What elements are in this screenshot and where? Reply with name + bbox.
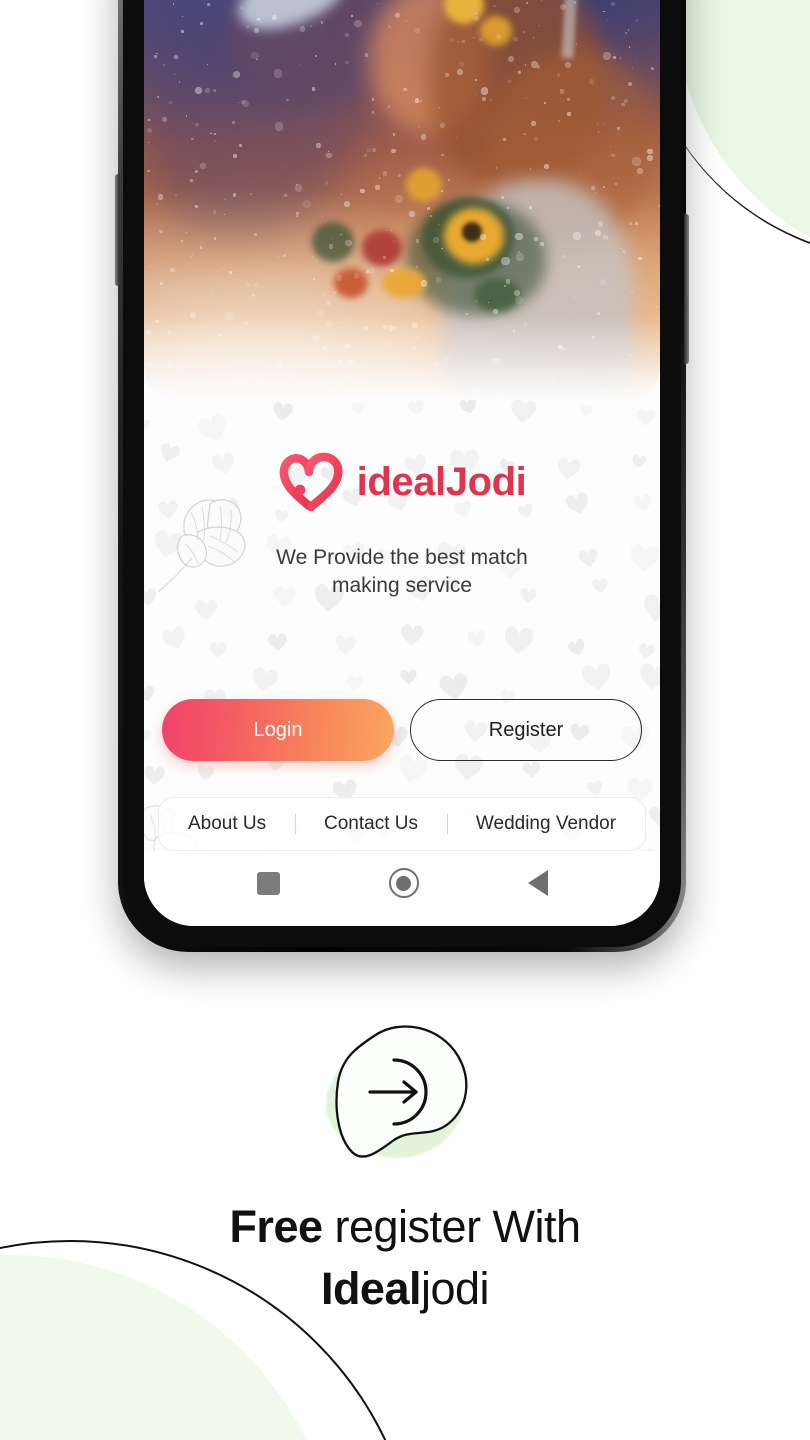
login-button[interactable]: Login: [162, 699, 394, 762]
phone-volume-button: [115, 174, 120, 286]
promo-headline-ideal: Ideal: [320, 1263, 422, 1315]
register-button[interactable]: Register: [410, 699, 642, 762]
arrow-right-into-circle-icon: [335, 1025, 468, 1158]
brand-name: idealJodi: [356, 459, 527, 504]
recents-square-icon[interactable]: [256, 871, 280, 895]
app-content: idealJodi We Provide the best match maki…: [144, 400, 660, 926]
android-navigation-bar: [144, 850, 660, 926]
heart-logo-icon: [279, 452, 343, 512]
promo-headline-free: Free: [229, 1201, 323, 1252]
decor-green-shape-top-right: [676, 0, 810, 270]
back-triangle-icon[interactable]: [527, 870, 548, 897]
tagline: We Provide the best match making service: [144, 544, 660, 599]
hero-bottom-fade: [144, 316, 660, 400]
cta-row: Login Register: [144, 699, 660, 762]
link-wedding-vendor[interactable]: Wedding Vendor: [446, 798, 645, 849]
promo-headline-line-1: Free register With: [0, 1196, 810, 1258]
promo-headline-register-with: register With: [322, 1201, 582, 1252]
link-contact-us[interactable]: Contact Us: [295, 798, 447, 849]
tagline-line-2: making service: [331, 573, 473, 597]
promo-headline-jodi: jodi: [420, 1263, 490, 1315]
arrow-badge: [320, 1012, 490, 1180]
home-circle-icon[interactable]: [388, 868, 419, 899]
promo-headline-line-2: Idealjodi: [0, 1258, 810, 1320]
phone-power-button: [684, 214, 689, 364]
phone-mockup: idealJodi We Provide the best match maki…: [115, 0, 689, 952]
brand-row: idealJodi: [144, 452, 660, 512]
tagline-line-1: We Provide the best match: [276, 546, 528, 569]
arrow-badge-wrap: [0, 1012, 810, 1180]
hero-image: [144, 0, 660, 400]
link-about-us[interactable]: About Us: [159, 798, 295, 849]
screenshot-stage: idealJodi We Provide the best match maki…: [0, 0, 810, 1440]
phone-screen: idealJodi We Provide the best match maki…: [144, 0, 660, 926]
promo-headline: Free register With Idealjodi: [0, 1196, 810, 1320]
secondary-links-bar: About Us Contact Us Wedding Vendor: [158, 797, 646, 851]
